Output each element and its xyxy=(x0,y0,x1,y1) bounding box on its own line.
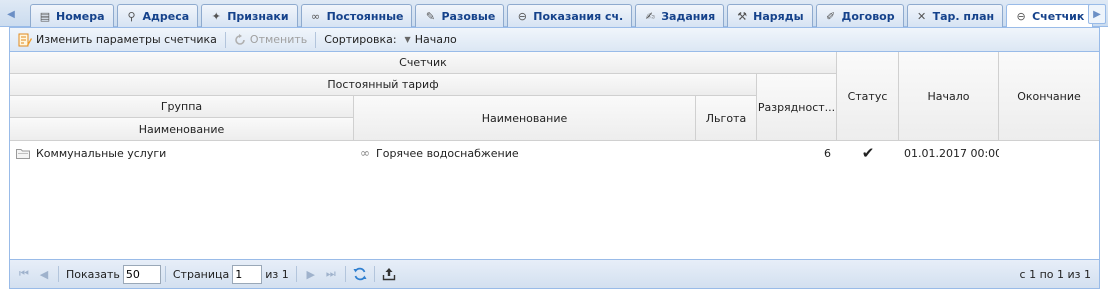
edit-meter-params-label: Изменить параметры счетчика xyxy=(36,33,217,46)
grid-toolbar: Изменить параметры счетчика Отменить Сор… xyxy=(10,28,1099,52)
tab-work-orders[interactable]: ⚒ Наряды xyxy=(727,4,813,27)
link-icon: ∞ xyxy=(311,9,321,23)
contract-icon: ✐ xyxy=(825,9,836,23)
toolbar-separator xyxy=(315,31,317,48)
toolbar-separator xyxy=(224,31,226,48)
cell-end xyxy=(1004,141,1099,165)
tab-strip: ▤ Номера ⚲ Адреса ✦ Признаки ∞ Постоянны… xyxy=(30,4,1096,28)
cancel-label: Отменить xyxy=(249,33,308,46)
tab-label: Договор xyxy=(841,9,895,23)
header-name[interactable]: Наименование xyxy=(354,96,696,141)
tab-one-time[interactable]: ✎ Разовые xyxy=(415,4,505,27)
header-permanent-tariff: Постоянный тариф xyxy=(10,74,757,96)
edit-document-icon xyxy=(18,33,32,46)
header-end[interactable]: Окончание xyxy=(999,52,1099,141)
edit-meter-params-button[interactable]: Изменить параметры счетчика xyxy=(14,30,221,50)
cell-benefit xyxy=(696,141,757,165)
checkmark-icon: ✔ xyxy=(861,144,875,162)
tab-scroll-right-button[interactable]: ▶ xyxy=(1088,4,1106,24)
header-benefit[interactable]: Льгота xyxy=(696,96,757,141)
tab-label: Тар. план xyxy=(932,9,995,23)
refresh-icon[interactable] xyxy=(350,264,370,284)
header-start[interactable]: Начало xyxy=(899,52,999,141)
tools-icon: ⚒ xyxy=(737,9,748,23)
folder-icon xyxy=(16,148,30,159)
cell-digits: 6 xyxy=(824,146,831,160)
pager-separator xyxy=(344,266,346,282)
cell-name: ∞ Горячее водоснабжение xyxy=(360,141,696,165)
page-label: Страница xyxy=(172,267,230,281)
sort-field-label: Начало xyxy=(414,33,457,46)
page-size-input[interactable] xyxy=(122,264,161,284)
tags-icon: ✦ xyxy=(211,9,221,23)
page-size-label: Показать xyxy=(66,267,120,281)
page-number-input[interactable] xyxy=(232,264,263,284)
tab-label: Задания xyxy=(661,9,716,23)
wrench-icon: ✎ xyxy=(425,9,436,23)
tab-label: Номера xyxy=(56,9,105,23)
last-page-icon[interactable]: ⏭ xyxy=(321,264,341,284)
pager-separator xyxy=(58,266,59,282)
sort-start-button[interactable]: ▼ Начало xyxy=(401,30,461,50)
group-name-text: Коммунальные услуги xyxy=(36,146,167,160)
page-count-label: из 1 xyxy=(265,267,289,281)
meter-icon: ⊖ xyxy=(1016,10,1026,23)
tab-addresses[interactable]: ⚲ Адреса xyxy=(116,4,199,27)
header-status[interactable]: Статус xyxy=(837,52,899,141)
tab-label: Признаки xyxy=(227,9,289,23)
map-pin-icon: ⚲ xyxy=(127,9,136,23)
minus-circle-icon: ⊖ xyxy=(517,9,527,23)
cancel-button[interactable]: Отменить xyxy=(230,30,311,50)
tab-tariff-plan[interactable]: ✕ Тар. план xyxy=(906,4,1004,27)
sort-label: Сортировка: xyxy=(324,33,397,46)
paging-toolbar: ⏮ ◀ Показать Страница из 1 ▶ ⏭ с 1 xyxy=(10,259,1099,288)
tab-label: Счетчик xyxy=(1032,10,1085,23)
tab-numbers[interactable]: ▤ Номера xyxy=(30,4,114,27)
tab-tasks[interactable]: ✍ Задания xyxy=(635,4,725,27)
tab-label: Разовые xyxy=(441,9,496,23)
pager-separator xyxy=(373,266,375,282)
cell-group-name: Коммунальные услуги xyxy=(16,141,354,165)
pager-separator xyxy=(164,266,166,282)
grid-header: Счетчик Постоянный тариф Группа Наименов… xyxy=(10,52,1099,141)
tab-meter[interactable]: ⊖ Счетчик xyxy=(1006,4,1094,28)
tab-attributes[interactable]: ✦ Признаки xyxy=(201,4,298,27)
tab-permanent[interactable]: ∞ Постоянные xyxy=(300,4,413,27)
undo-icon xyxy=(235,33,245,45)
export-icon[interactable] xyxy=(379,264,399,284)
document-icon: ▤ xyxy=(39,9,51,23)
tab-contract[interactable]: ✐ Договор xyxy=(815,4,904,27)
tab-label: Показания сч. xyxy=(533,9,624,23)
paging-info: с 1 по 1 из 1 xyxy=(1019,267,1091,281)
tab-label: Наряды xyxy=(753,9,804,23)
sort-desc-icon: ▼ xyxy=(404,35,411,44)
header-group-name[interactable]: Наименование xyxy=(10,118,354,141)
header-group: Группа xyxy=(10,96,354,118)
meter-panel: Изменить параметры счетчика Отменить Сор… xyxy=(9,27,1100,289)
first-page-icon[interactable]: ⏮ xyxy=(14,264,34,284)
prev-page-icon[interactable]: ◀ xyxy=(34,264,54,284)
cell-start: 01.01.2017 00:00 xyxy=(904,146,999,160)
tab-label: Адреса xyxy=(142,9,190,23)
name-text: Горячее водоснабжение xyxy=(376,146,519,160)
table-row[interactable]: Коммунальные услуги ∞ Горячее водоснабже… xyxy=(10,141,1099,165)
tab-meter-readings[interactable]: ⊖ Показания сч. xyxy=(507,4,633,27)
link-icon: ∞ xyxy=(360,146,370,160)
tariff-plan-icon: ✕ xyxy=(917,9,927,23)
grid-body: Коммунальные услуги ∞ Горячее водоснабже… xyxy=(10,141,1099,259)
header-meter: Счетчик xyxy=(10,52,837,74)
pager-separator xyxy=(295,266,297,282)
tab-bar: ◀ ▤ Номера ⚲ Адреса ✦ Признаки ∞ Постоян… xyxy=(0,0,1108,28)
clipboard-icon: ✍ xyxy=(645,9,655,23)
header-digits[interactable]: Разрядност... xyxy=(757,74,837,141)
next-page-icon[interactable]: ▶ xyxy=(301,264,321,284)
tab-label: Постоянные xyxy=(326,9,404,23)
tab-scroll-left-button[interactable]: ◀ xyxy=(2,4,20,24)
